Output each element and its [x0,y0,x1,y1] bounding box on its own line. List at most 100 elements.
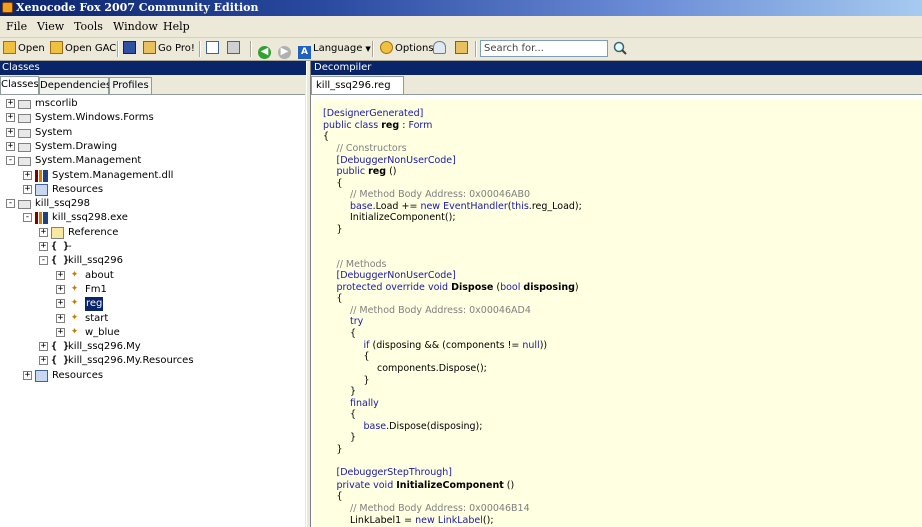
search-input[interactable]: Search for... [480,40,608,57]
menu-help[interactable]: Help [163,20,190,33]
expand-toggle-icon[interactable]: + [39,242,48,251]
go-pro-label: Go Pro! [158,43,195,54]
expand-toggle-icon[interactable]: + [56,270,65,280]
tree-item-label: Resources [52,183,104,195]
tree-item-label: kill_ssq298.exe [52,212,128,224]
tree-item[interactable]: + mscorlib [0,97,300,111]
collapse-toggle-icon[interactable]: - [6,199,15,209]
expand-toggle-icon[interactable]: + [6,127,15,137]
tree-item[interactable]: - kill_ssq298 [0,197,300,211]
expand-toggle-icon[interactable]: + [56,327,65,337]
mail-button[interactable] [433,40,448,58]
expand-toggle-icon[interactable]: + [39,342,48,352]
open-folder-icon [3,41,16,54]
save-icon [123,41,136,54]
tree-item-label: Reference [68,226,119,238]
code-line: } [336,444,343,455]
tab-dependencies[interactable]: Dependencies [39,77,111,94]
tree-item[interactable]: -{ } kill_ssq296 [0,254,300,268]
code-line: } [363,375,370,386]
decompiler-panel-header: Decompiler [311,61,922,75]
gopro-shortcut-button[interactable] [455,40,470,58]
window-title: Xenocode Fox 2007 Community Edition [16,1,259,14]
search-button[interactable] [611,40,629,57]
expand-toggle-icon[interactable]: + [6,141,15,151]
code-line: protected override void Dispose (bool di… [336,282,579,293]
menu-window[interactable]: Window [113,20,158,33]
tree-item[interactable]: + ✦ Fm1 [0,283,300,297]
tree-item-label: kill_ssq296.My [68,341,141,353]
tab-profiles[interactable]: Profiles [109,77,152,94]
expand-toggle-icon[interactable]: + [23,184,32,194]
forward-arrow-icon: ▶ [278,46,291,59]
print-button[interactable] [227,40,242,58]
class-tree[interactable]: + mscorlib + System.Windows.Forms + System + Sy… [0,94,305,527]
code-line: { [350,328,357,339]
tree-item[interactable]: +{ } kill_ssq296.My.Resources [0,354,300,368]
tree-item[interactable]: + System.Management.dll [0,169,300,183]
code-line: } [350,386,357,397]
code-line: try [350,316,364,327]
tree-item[interactable]: + ✦ w_blue [0,326,300,340]
expand-toggle-icon[interactable]: + [56,299,65,309]
collapse-toggle-icon[interactable]: - [23,213,32,223]
open-button[interactable]: Open [3,40,45,58]
document-icon [206,41,219,54]
tree-item-label: w_blue [85,326,120,338]
tree-item[interactable]: + Resources [0,369,300,383]
collapse-toggle-icon[interactable]: - [39,256,48,266]
tree-item-label: System.Drawing [35,140,118,152]
export-button[interactable] [206,40,221,58]
toolbar-separator [475,41,477,57]
expand-toggle-icon[interactable]: + [56,313,65,323]
code-line: { [336,178,343,189]
code-line: // Method Body Address: 0x00046B14 [350,503,530,514]
expand-toggle-icon[interactable]: + [23,170,32,180]
save-button[interactable] [123,40,138,58]
open-gac-button[interactable]: Open GAC [50,40,116,58]
expand-toggle-icon[interactable]: + [23,370,32,380]
back-button[interactable]: ◀ [258,40,273,59]
language-dropdown[interactable]: A Language ▼ [298,40,371,59]
tree-item[interactable]: +{ } - [0,240,300,254]
forward-button[interactable]: ▶ [278,40,293,59]
gac-folder-icon [50,41,63,54]
class-icon: ✦ [70,298,79,309]
tab-decompiled-file[interactable]: kill_ssq296.reg (C#) [311,76,404,108]
tree-item[interactable]: - kill_ssq298.exe [0,211,300,225]
expand-toggle-icon[interactable]: + [6,99,15,108]
collapse-toggle-icon[interactable]: - [6,156,15,166]
tree-item[interactable]: + System.Windows.Forms [0,111,300,125]
tree-item[interactable]: - System.Management [0,154,300,168]
tab-classes[interactable]: Classes [0,76,39,94]
expand-toggle-icon[interactable]: + [39,356,48,366]
tree-item-label: mscorlib [35,98,78,109]
tree-item[interactable]: + System.Drawing [0,140,300,154]
menu-file[interactable]: File [6,20,27,33]
namespace-icon: { } [51,341,70,353]
resources-icon [35,183,48,196]
code-view[interactable]: [DesignerGenerated] public class reg : Fo… [313,100,922,527]
tree-item[interactable]: + Reference [0,226,300,240]
language-icon: A [298,46,311,59]
menu-view[interactable]: View [37,20,64,33]
tree-item[interactable]: + System [0,126,300,140]
tree-item[interactable]: + ✦ reg [0,297,300,312]
tree-item[interactable]: + Resources [0,183,300,197]
expand-toggle-icon[interactable]: + [39,227,48,237]
tree-item[interactable]: +{ } kill_ssq296.My [0,340,300,354]
tree-item[interactable]: + ✦ about [0,269,300,283]
go-pro-button[interactable]: Go Pro! [143,40,195,58]
code-line: [DebuggerNonUserCode] [336,270,456,281]
expand-toggle-icon[interactable]: + [6,113,15,123]
open-label: Open [18,43,45,54]
toolbar-separator [117,41,119,57]
tree-item[interactable]: + ✦ start [0,312,300,326]
left-tab-strip: Classes Dependencies Profiles [0,76,306,94]
expand-toggle-icon[interactable]: + [56,284,65,294]
code-line: if (disposing && (components != null)) [363,340,548,351]
options-button[interactable]: Options [380,40,434,58]
menu-tools[interactable]: Tools [74,20,103,33]
code-line: // Method Body Address: 0x00046AB0 [350,189,531,200]
code-line: } [336,224,343,235]
